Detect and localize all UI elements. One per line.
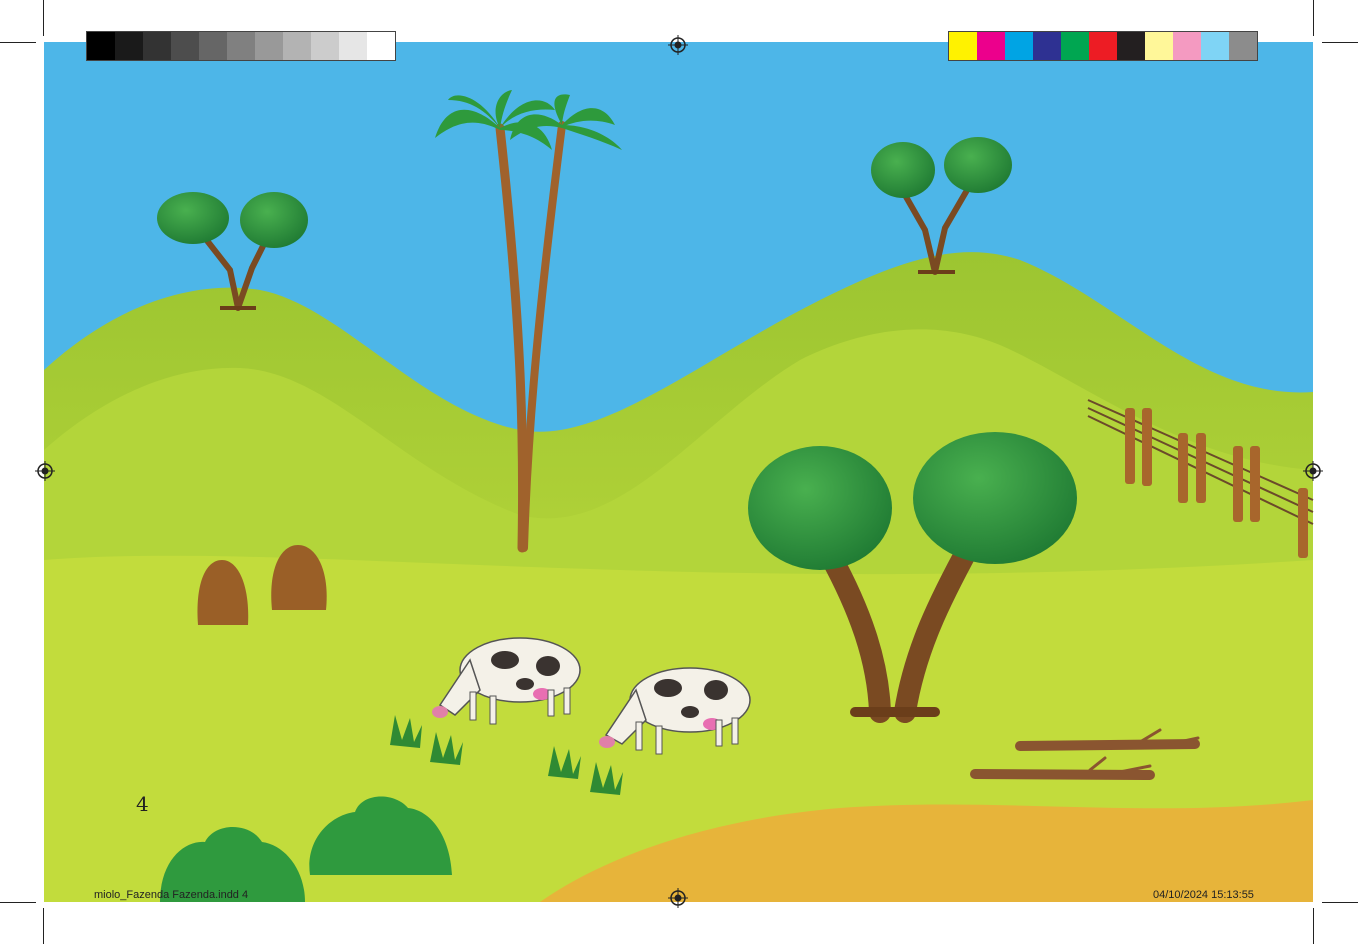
- color-swatch: [1089, 32, 1117, 60]
- farm-illustration: [44, 42, 1314, 902]
- crop-mark: [43, 908, 44, 944]
- color-swatch: [367, 32, 395, 60]
- color-swatch: [311, 32, 339, 60]
- color-swatch: [339, 32, 367, 60]
- color-swatch: [255, 32, 283, 60]
- crop-mark: [0, 42, 36, 43]
- crop-mark: [43, 0, 44, 36]
- registration-mark-right-icon: [1303, 461, 1323, 481]
- color-swatch: [1201, 32, 1229, 60]
- page-number: 4: [136, 792, 149, 816]
- crop-mark: [1322, 902, 1358, 903]
- registration-mark-top-icon: [668, 35, 688, 55]
- storybook-page: 4 miolo_Fazenda Fazenda.indd 4 04/10/202…: [0, 0, 1358, 944]
- gray-calibration-bar: [86, 31, 396, 61]
- color-swatch: [977, 32, 1005, 60]
- color-swatch: [171, 32, 199, 60]
- crop-mark: [1322, 42, 1358, 43]
- crop-mark: [1313, 908, 1314, 944]
- color-swatch: [115, 32, 143, 60]
- color-swatch: [1145, 32, 1173, 60]
- color-swatch: [1005, 32, 1033, 60]
- color-calibration-bar: [948, 31, 1258, 61]
- slug-file-name: miolo_Fazenda Fazenda.indd 4: [94, 889, 249, 901]
- color-swatch: [143, 32, 171, 60]
- registration-mark-bottom-icon: [668, 888, 688, 908]
- crop-mark: [1313, 0, 1314, 36]
- color-swatch: [87, 32, 115, 60]
- color-swatch: [1173, 32, 1201, 60]
- color-swatch: [199, 32, 227, 60]
- color-swatch: [1061, 32, 1089, 60]
- slug-date-time: 04/10/2024 15:13:55: [1153, 889, 1254, 901]
- color-swatch: [1033, 32, 1061, 60]
- color-swatch: [283, 32, 311, 60]
- crop-mark: [0, 902, 36, 903]
- color-swatch: [1117, 32, 1145, 60]
- color-swatch: [227, 32, 255, 60]
- color-swatch: [949, 32, 977, 60]
- color-swatch: [1229, 32, 1257, 60]
- registration-mark-left-icon: [35, 461, 55, 481]
